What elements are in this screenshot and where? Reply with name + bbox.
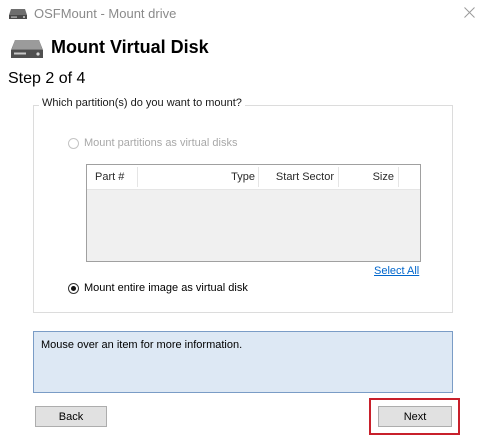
next-button[interactable]: Next xyxy=(378,406,452,427)
column-header-size[interactable]: Size xyxy=(340,165,394,189)
page-title: Mount Virtual Disk xyxy=(51,37,209,57)
radio-button-checked[interactable] xyxy=(68,282,79,294)
mount-partitions-radio[interactable]: Mount partitions as virtual disks xyxy=(68,137,237,149)
back-button[interactable]: Back xyxy=(35,406,107,427)
column-header-type[interactable]: Type xyxy=(139,165,255,189)
group-legend: Which partition(s) do you want to mount? xyxy=(39,97,245,109)
column-separator xyxy=(338,167,339,187)
column-header-start-sector[interactable]: Start Sector xyxy=(260,165,334,189)
column-separator xyxy=(137,167,138,187)
partition-list-header: Part # Type Start Sector Size xyxy=(87,165,420,190)
close-button[interactable] xyxy=(454,0,484,28)
window-title: OSFMount - Mount drive xyxy=(34,6,177,21)
mount-entire-image-radio[interactable]: Mount entire image as virtual disk xyxy=(68,282,248,294)
select-all-link[interactable]: Select All xyxy=(374,265,419,277)
column-separator xyxy=(258,167,259,187)
mount-drive-window: OSFMount - Mount drive Mount Virtual Dis… xyxy=(0,0,484,442)
disk-drive-icon xyxy=(8,7,28,21)
info-panel: Mouse over an item for more information. xyxy=(33,331,453,393)
radio-button-unchecked[interactable] xyxy=(68,137,79,149)
close-icon xyxy=(463,5,475,23)
title-bar: OSFMount - Mount drive xyxy=(0,0,484,28)
disk-drive-icon xyxy=(10,38,44,60)
partition-list[interactable]: Part # Type Start Sector Size xyxy=(86,164,421,262)
column-header-part[interactable]: Part # xyxy=(95,165,124,189)
info-text: Mouse over an item for more information. xyxy=(41,339,243,351)
column-separator xyxy=(398,167,399,187)
step-indicator: Step 2 of 4 xyxy=(8,70,86,87)
mount-entire-image-label: Mount entire image as virtual disk xyxy=(84,282,248,294)
mount-partitions-label: Mount partitions as virtual disks xyxy=(84,137,238,149)
